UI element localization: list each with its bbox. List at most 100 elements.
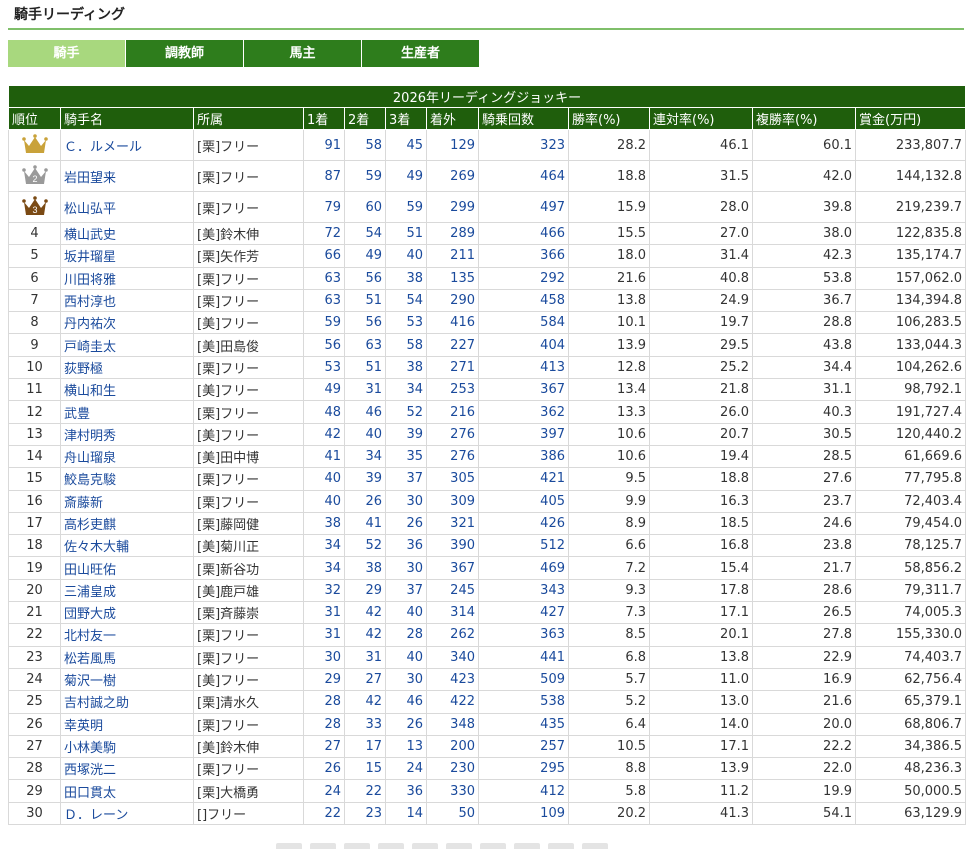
jockey-name-link[interactable]: 吉村誠之助 [60,690,194,714]
first-count[interactable]: 49 [303,378,345,402]
unplaced-count[interactable]: 330 [426,779,479,803]
first-count[interactable]: 26 [303,757,345,781]
rides-count[interactable]: 441 [478,645,569,669]
unplaced-count[interactable]: 227 [426,333,479,357]
second-count[interactable]: 51 [344,288,386,313]
second-count[interactable]: 59 [344,160,386,192]
unplaced-count[interactable]: 299 [426,191,479,223]
jockey-name-link[interactable]: 鮫島克駿 [60,467,194,491]
third-count[interactable]: 26 [385,511,427,536]
page-button[interactable] [480,843,506,849]
first-count[interactable]: 40 [303,467,345,491]
third-count[interactable]: 30 [385,489,427,513]
unplaced-count[interactable]: 305 [426,467,479,491]
rides-count[interactable]: 466 [478,221,569,246]
rides-count[interactable]: 292 [478,266,569,290]
first-count[interactable]: 30 [303,645,345,669]
first-count[interactable]: 32 [303,578,345,603]
unplaced-count[interactable]: 290 [426,288,479,313]
rides-count[interactable]: 386 [478,444,569,469]
rides-count[interactable]: 497 [478,191,569,223]
third-count[interactable]: 53 [385,311,427,335]
first-count[interactable]: 28 [303,712,345,736]
unplaced-count[interactable]: 422 [426,690,479,714]
unplaced-count[interactable]: 200 [426,734,479,759]
second-count[interactable]: 23 [344,801,386,826]
unplaced-count[interactable]: 289 [426,221,479,246]
page-button[interactable] [378,843,404,849]
first-count[interactable]: 34 [303,534,345,558]
second-count[interactable]: 42 [344,601,386,625]
second-count[interactable]: 15 [344,757,386,781]
first-count[interactable]: 63 [303,266,345,290]
first-count[interactable]: 28 [303,690,345,714]
first-count[interactable]: 66 [303,244,345,268]
first-count[interactable]: 59 [303,311,345,335]
second-count[interactable]: 56 [344,266,386,290]
rides-count[interactable]: 435 [478,712,569,736]
second-count[interactable]: 31 [344,378,386,402]
rides-count[interactable]: 512 [478,534,569,558]
second-count[interactable]: 31 [344,645,386,669]
first-count[interactable]: 53 [303,355,345,380]
unplaced-count[interactable]: 129 [426,129,479,161]
unplaced-count[interactable]: 262 [426,623,479,647]
rides-count[interactable]: 469 [478,556,569,580]
rides-count[interactable]: 426 [478,511,569,536]
second-count[interactable]: 22 [344,779,386,803]
page-button[interactable] [446,843,472,849]
first-count[interactable]: 31 [303,601,345,625]
jockey-name-link[interactable]: 舟山瑠泉 [60,444,194,469]
jockey-name-link[interactable]: 佐々木大輔 [60,534,194,558]
second-count[interactable]: 38 [344,556,386,580]
second-count[interactable]: 63 [344,333,386,357]
rides-count[interactable]: 367 [478,378,569,402]
jockey-name-link[interactable]: 松山弘平 [60,191,194,223]
third-count[interactable]: 40 [385,601,427,625]
rides-count[interactable]: 397 [478,422,569,446]
unplaced-count[interactable]: 309 [426,489,479,513]
second-count[interactable]: 40 [344,422,386,446]
page-button[interactable] [276,843,302,849]
first-count[interactable]: 29 [303,667,345,692]
jockey-name-link[interactable]: 幸英明 [60,712,194,736]
first-count[interactable]: 22 [303,801,345,826]
jockey-name-link[interactable]: 横山和生 [60,378,194,402]
second-count[interactable]: 34 [344,444,386,469]
unplaced-count[interactable]: 271 [426,355,479,380]
rides-count[interactable]: 584 [478,311,569,335]
unplaced-count[interactable]: 245 [426,578,479,603]
page-button[interactable] [582,843,608,849]
unplaced-count[interactable]: 216 [426,400,479,424]
unplaced-count[interactable]: 135 [426,266,479,290]
second-count[interactable]: 56 [344,311,386,335]
first-count[interactable]: 48 [303,400,345,424]
first-count[interactable]: 72 [303,221,345,246]
rides-count[interactable]: 109 [478,801,569,826]
first-count[interactable]: 56 [303,333,345,357]
first-count[interactable]: 42 [303,422,345,446]
jockey-name-link[interactable]: 岩田望来 [60,160,194,192]
jockey-name-link[interactable]: 坂井瑠星 [60,244,194,268]
second-count[interactable]: 58 [344,129,386,161]
unplaced-count[interactable]: 230 [426,757,479,781]
unplaced-count[interactable]: 390 [426,534,479,558]
third-count[interactable]: 34 [385,378,427,402]
first-count[interactable]: 87 [303,160,345,192]
first-count[interactable]: 41 [303,444,345,469]
rides-count[interactable]: 509 [478,667,569,692]
page-button[interactable] [514,843,540,849]
first-count[interactable]: 38 [303,511,345,536]
jockey-name-link[interactable]: 斎藤新 [60,489,194,513]
jockey-name-link[interactable]: 横山武史 [60,221,194,246]
third-count[interactable]: 30 [385,667,427,692]
jockey-name-link[interactable]: 武豊 [60,400,194,424]
jockey-name-link[interactable]: 戸崎圭太 [60,333,194,357]
unplaced-count[interactable]: 276 [426,444,479,469]
second-count[interactable]: 41 [344,511,386,536]
second-count[interactable]: 51 [344,355,386,380]
third-count[interactable]: 24 [385,757,427,781]
page-button[interactable] [548,843,574,849]
third-count[interactable]: 28 [385,623,427,647]
page-button[interactable] [344,843,370,849]
